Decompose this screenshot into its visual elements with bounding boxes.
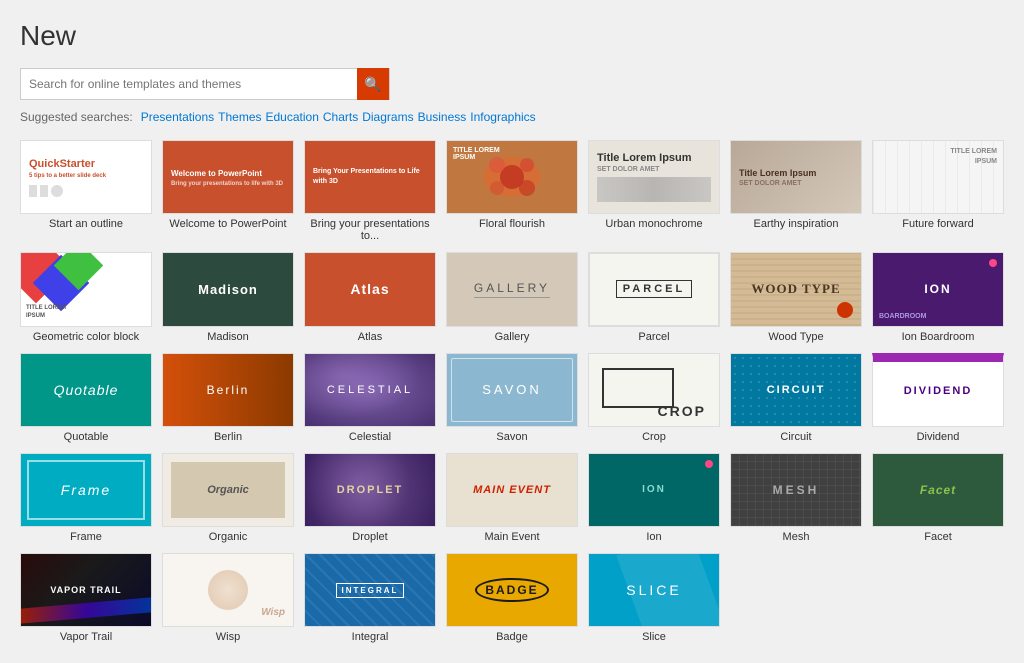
- template-integral-label: Integral: [352, 631, 389, 643]
- template-facet-label: Facet: [924, 531, 952, 543]
- template-celestial[interactable]: CELESTIAL Celestial: [304, 353, 436, 443]
- template-berlin[interactable]: Berlin Berlin: [162, 353, 294, 443]
- template-droplet[interactable]: DROPLET Droplet: [304, 453, 436, 543]
- template-organic[interactable]: Organic Organic: [162, 453, 294, 543]
- template-bring-label: Bring your presentations to...: [304, 218, 436, 242]
- search-input[interactable]: [21, 77, 357, 91]
- template-organic-label: Organic: [209, 531, 248, 543]
- templates-grid: QuickStarter 5 tips to a better slide de…: [20, 140, 1004, 643]
- suggested-themes[interactable]: Themes: [218, 110, 261, 124]
- suggested-charts[interactable]: Charts: [323, 110, 358, 124]
- template-slice-label: Slice: [642, 631, 666, 643]
- template-dividend-label: Dividend: [917, 431, 960, 443]
- template-circuit[interactable]: CIRCUIT Circuit: [730, 353, 862, 443]
- template-floral-label: Floral flourish: [479, 218, 545, 230]
- template-facet[interactable]: Facet Facet: [872, 453, 1004, 543]
- template-mesh-label: Mesh: [783, 531, 810, 543]
- template-crop-label: Crop: [642, 431, 666, 443]
- search-button[interactable]: 🔍: [357, 68, 389, 100]
- template-geo[interactable]: TITLE LOREMIPSUM Geometric color block: [20, 252, 152, 342]
- template-mainevent[interactable]: MAIN EVENT Main Event: [446, 453, 578, 543]
- template-future-label: Future forward: [902, 218, 974, 230]
- template-gallery[interactable]: GALLERY Gallery: [446, 252, 578, 342]
- template-bring[interactable]: Bring Your Presentations to Life with 3D…: [304, 140, 436, 242]
- template-slice[interactable]: SLICE Slice: [588, 553, 720, 643]
- template-floral[interactable]: TITLE LOREMIPSUM Floral flourish: [446, 140, 578, 242]
- template-wisp-label: Wisp: [216, 631, 240, 643]
- suggested-searches: Suggested searches: Presentations Themes…: [20, 110, 1004, 124]
- template-ion-board-label: Ion Boardroom: [902, 331, 975, 343]
- template-atlas[interactable]: Atlas Atlas: [304, 252, 436, 342]
- suggested-diagrams[interactable]: Diagrams: [362, 110, 413, 124]
- template-urban[interactable]: Title Lorem Ipsum SET DOLOR AMET Urban m…: [588, 140, 720, 242]
- suggested-infographics[interactable]: Infographics: [470, 110, 535, 124]
- template-frame[interactable]: Frame Frame: [20, 453, 152, 543]
- template-woodtype-label: Wood Type: [768, 331, 823, 343]
- template-circuit-label: Circuit: [780, 431, 811, 443]
- template-celestial-label: Celestial: [349, 431, 391, 443]
- template-woodtype[interactable]: WOOD TYPE Wood Type: [730, 252, 862, 342]
- template-geo-label: Geometric color block: [33, 331, 139, 343]
- template-madison[interactable]: Madison Madison: [162, 252, 294, 342]
- page-title: New: [20, 20, 1004, 52]
- template-droplet-label: Droplet: [352, 531, 387, 543]
- template-atlas-label: Atlas: [358, 331, 382, 343]
- template-earthy[interactable]: Title Lorem Ipsum SET DOLOR AMET Earthy …: [730, 140, 862, 242]
- template-quotable-label: Quotable: [64, 431, 109, 443]
- template-savon[interactable]: SAVON Savon: [446, 353, 578, 443]
- template-savon-label: Savon: [496, 431, 527, 443]
- suggested-business[interactable]: Business: [418, 110, 467, 124]
- template-quickstarter-label: Start an outline: [49, 218, 123, 230]
- template-mainevent-label: Main Event: [484, 531, 539, 543]
- template-quickstarter[interactable]: QuickStarter 5 tips to a better slide de…: [20, 140, 152, 242]
- template-mesh[interactable]: MESH Mesh: [730, 453, 862, 543]
- template-welcome-ppt[interactable]: Welcome to PowerPoint Bring your present…: [162, 140, 294, 242]
- search-bar: 🔍: [20, 68, 390, 100]
- template-wisp[interactable]: Wisp Wisp: [162, 553, 294, 643]
- template-madison-label: Madison: [207, 331, 249, 343]
- template-frame-label: Frame: [70, 531, 102, 543]
- template-vaportrail-label: Vapor Trail: [60, 631, 112, 643]
- suggested-education[interactable]: Education: [266, 110, 319, 124]
- template-ion-board[interactable]: ION BOARDROOM Ion Boardroom: [872, 252, 1004, 342]
- template-crop[interactable]: CROP Crop: [588, 353, 720, 443]
- page-container: New 🔍 Suggested searches: Presentations …: [0, 0, 1024, 663]
- template-future[interactable]: TITLE LOREMIPSUM Future forward: [872, 140, 1004, 242]
- suggested-presentations[interactable]: Presentations: [141, 110, 214, 124]
- template-berlin-label: Berlin: [214, 431, 242, 443]
- template-urban-label: Urban monochrome: [605, 218, 702, 230]
- template-earthy-label: Earthy inspiration: [754, 218, 839, 230]
- suggested-label: Suggested searches:: [20, 110, 133, 124]
- template-ion-label: Ion: [646, 531, 661, 543]
- template-gallery-label: Gallery: [495, 331, 530, 343]
- template-quotable[interactable]: Quotable Quotable: [20, 353, 152, 443]
- template-welcome-ppt-label: Welcome to PowerPoint: [169, 218, 286, 230]
- template-parcel[interactable]: PARCEL Parcel: [588, 252, 720, 342]
- template-parcel-label: Parcel: [638, 331, 669, 343]
- template-badge-label: Badge: [496, 631, 528, 643]
- template-ion[interactable]: ION Ion: [588, 453, 720, 543]
- template-integral[interactable]: INTEGRAL Integral: [304, 553, 436, 643]
- template-vaportrail[interactable]: VAPOR TRAIL Vapor Trail: [20, 553, 152, 643]
- template-dividend[interactable]: DIVIDEND Dividend: [872, 353, 1004, 443]
- template-badge[interactable]: BADGE Badge: [446, 553, 578, 643]
